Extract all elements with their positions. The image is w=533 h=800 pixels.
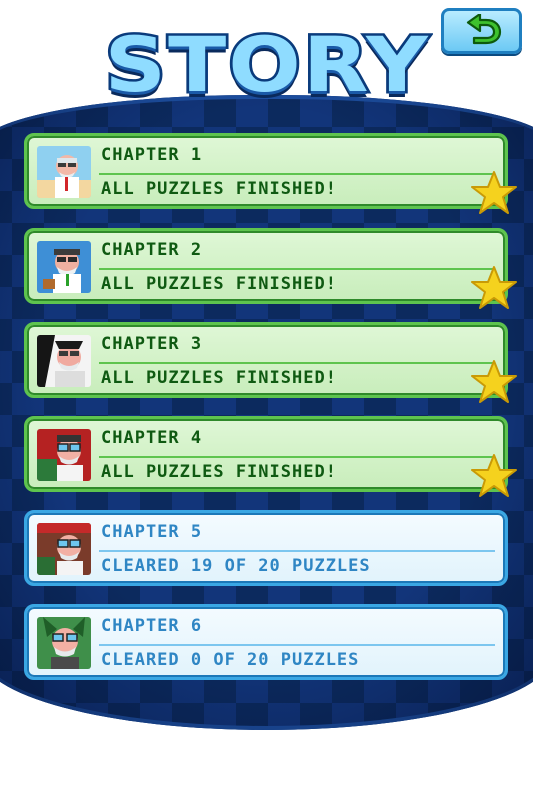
chapter-status: CLEARED 19 OF 20 PUZZLES [101, 556, 371, 576]
chapter-card-3[interactable]: CHAPTER 3 ALL PUZZLES FINISHED! [24, 322, 517, 403]
title-banner: STORY [101, 12, 430, 116]
divider [99, 173, 495, 175]
chapter-title: CHAPTER 1 [101, 145, 203, 165]
chapter-title: CHAPTER 5 [101, 522, 203, 542]
chapter-4-portrait [37, 429, 91, 481]
chapter-title: CHAPTER 3 [101, 334, 203, 354]
chapter-5-portrait [37, 523, 91, 575]
back-arrow-icon [466, 14, 501, 45]
chapter-status: ALL PUZZLES FINISHED! [101, 274, 337, 294]
chapter-card-4[interactable]: CHAPTER 4 ALL PUZZLES FINISHED! [24, 416, 517, 497]
chapter-title: CHAPTER 6 [101, 616, 203, 636]
chapter-status: ALL PUZZLES FINISHED! [101, 179, 337, 199]
chapter-status: ALL PUZZLES FINISHED! [101, 462, 337, 482]
chapter-card-2[interactable]: CHAPTER 2 ALL PUZZLES FINISHED! [24, 228, 517, 309]
chapter-3-portrait [37, 335, 91, 387]
star-icon [471, 171, 517, 214]
star-icon [471, 360, 517, 403]
chapter-title: CHAPTER 4 [101, 428, 203, 448]
page-title: STORY [101, 17, 430, 111]
chapter-title: CHAPTER 2 [101, 240, 203, 260]
divider [99, 644, 495, 646]
chapter-status: ALL PUZZLES FINISHED! [101, 368, 337, 388]
star-icon [471, 266, 517, 309]
chapter-1-portrait [37, 146, 91, 198]
back-button[interactable] [441, 8, 522, 54]
divider [99, 362, 495, 364]
divider [99, 456, 495, 458]
chapter-card-6[interactable]: CHAPTER 6 CLEARED 0 OF 20 PUZZLES [24, 604, 508, 680]
chapter-card-1[interactable]: CHAPTER 1 ALL PUZZLES FINISHED! [24, 133, 517, 214]
star-icon [471, 454, 517, 497]
chapter-2-portrait [37, 241, 91, 293]
divider [99, 550, 495, 552]
divider [99, 268, 495, 270]
chapter-6-portrait [37, 617, 91, 669]
chapter-status: CLEARED 0 OF 20 PUZZLES [101, 650, 360, 670]
chapter-card-5[interactable]: CHAPTER 5 CLEARED 19 OF 20 PUZZLES [24, 510, 508, 586]
